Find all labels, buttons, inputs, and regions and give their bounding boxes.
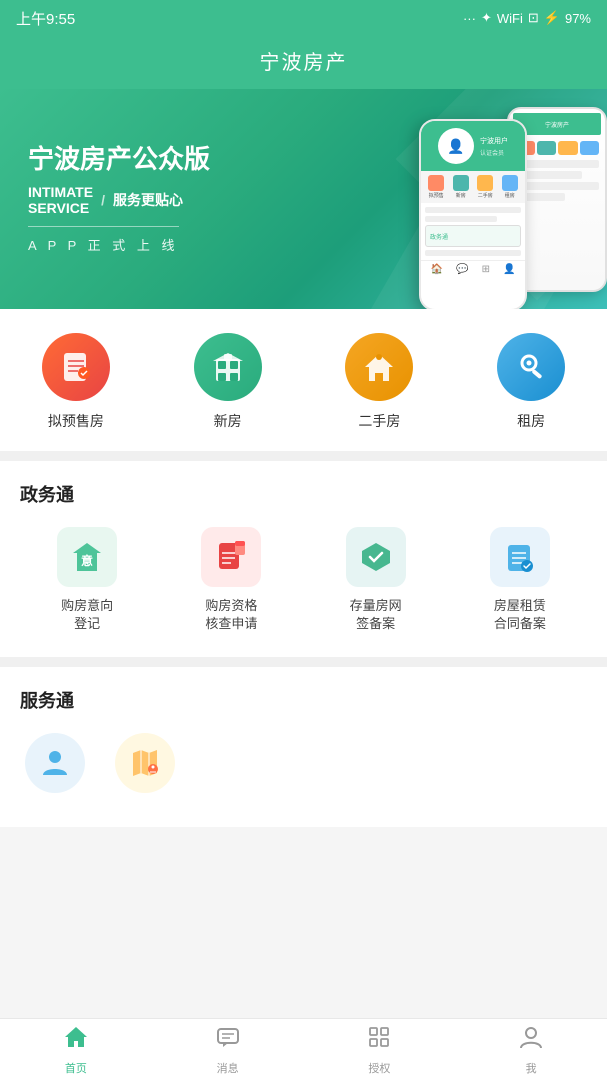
wifi-icon: WiFi	[497, 11, 523, 26]
banner-divider: /	[101, 192, 105, 208]
zhengwutong-item-fangzu[interactable]: 房屋租赁合同备案	[453, 527, 587, 633]
nav-item-home[interactable]: 首页	[41, 1024, 111, 1076]
nav-item-me[interactable]: 我	[496, 1024, 566, 1076]
action-xinfang[interactable]: 新房	[188, 333, 268, 431]
app-header: 宁波房产	[0, 36, 607, 89]
action-label-yuyufang: 拟预售房	[48, 411, 104, 431]
zhengwutong-label-gouyi: 购房意向登记	[61, 597, 113, 633]
action-label-ershoufang: 二手房	[358, 411, 400, 431]
zhengwutong-title: 政务通	[20, 481, 587, 507]
banner-title: 宁波房产公众版	[28, 143, 587, 177]
quick-actions: 拟预售房 新房	[0, 309, 607, 451]
banner-en-text: INTIMATESERVICE	[28, 184, 93, 216]
banner-left: 宁波房产公众版 INTIMATESERVICE / 服务更贴心 A P P 正 …	[28, 143, 587, 256]
action-zufang[interactable]: 租房	[491, 333, 571, 431]
section-divider-2	[0, 657, 607, 667]
nav-icon-message	[215, 1024, 241, 1057]
zhengwutong-item-gouzige[interactable]: 购房资格核查申请	[164, 527, 298, 633]
nav-item-auth[interactable]: 授权	[344, 1024, 414, 1076]
banner-subtitle: INTIMATESERVICE / 服务更贴心	[28, 184, 587, 216]
charging-icon: ⚡	[544, 10, 560, 26]
status-bar: 上午9:55 ··· ✦ WiFi ⊡ ⚡ 97%	[0, 0, 607, 36]
action-label-xinfang: 新房	[214, 411, 242, 431]
zhengwutong-icon-gouzige	[201, 527, 261, 587]
battery-text: 97%	[565, 11, 591, 26]
service-item-person[interactable]	[20, 733, 90, 793]
action-ershoufang[interactable]: 二手房	[339, 333, 419, 431]
section-divider-1	[0, 451, 607, 461]
action-icon-yuyufang	[42, 333, 110, 401]
nav-label-message: 消息	[217, 1060, 239, 1076]
service-icon-person	[25, 733, 85, 793]
nav-label-auth: 授权	[368, 1060, 390, 1076]
zhengwutong-label-fangzu: 房屋租赁合同备案	[494, 597, 546, 633]
fuwutong-title: 服务通	[20, 687, 587, 713]
fuwutong-section: 服务通	[0, 667, 607, 827]
service-items	[20, 733, 587, 803]
action-icon-ershoufang	[345, 333, 413, 401]
nav-icon-me	[518, 1024, 544, 1057]
banner: 宁波房产公众版 INTIMATESERVICE / 服务更贴心 A P P 正 …	[0, 89, 607, 309]
zhengwutong-icon-cunliang	[346, 527, 406, 587]
banner-cn-text: 服务更贴心	[113, 190, 183, 210]
bluetooth-icon: ✦	[481, 10, 492, 26]
zhengwutong-grid: 意 购房意向登记 购房资格核查申请	[20, 527, 587, 633]
zhengwutong-icon-fangzu	[490, 527, 550, 587]
zhengwutong-section: 政务通 意 购房意向登记	[0, 461, 607, 657]
service-item-map[interactable]	[110, 733, 180, 793]
status-icons: ··· ✦ WiFi ⊡ ⚡ 97%	[463, 10, 591, 26]
nav-icon-home	[63, 1024, 89, 1057]
signal-icon: ···	[463, 11, 476, 26]
sim-icon: ⊡	[528, 10, 539, 26]
svg-text:意: 意	[81, 553, 93, 568]
nav-icon-auth	[366, 1024, 392, 1057]
zhengwutong-icon-gouyi: 意	[57, 527, 117, 587]
zhengwutong-item-cunliang[interactable]: 存量房网签备案	[309, 527, 443, 633]
zhengwutong-label-cunliang: 存量房网签备案	[350, 597, 402, 633]
zhengwutong-label-gouzige: 购房资格核查申请	[205, 597, 257, 633]
action-icon-xinfang	[194, 333, 262, 401]
status-time: 上午9:55	[16, 8, 75, 29]
action-label-zufang: 租房	[517, 411, 545, 431]
nav-item-message[interactable]: 消息	[193, 1024, 263, 1076]
nav-label-me: 我	[526, 1060, 537, 1076]
bottom-nav: 首页 消息 授权	[0, 1018, 607, 1080]
nav-label-home: 首页	[65, 1060, 87, 1076]
zhengwutong-item-gouyi[interactable]: 意 购房意向登记	[20, 527, 154, 633]
service-icon-map	[115, 733, 175, 793]
action-yuyufang[interactable]: 拟预售房	[36, 333, 116, 431]
banner-launch: A P P 正 式 上 线	[28, 226, 179, 254]
header-title: 宁波房产	[260, 52, 348, 74]
action-icon-zufang	[497, 333, 565, 401]
